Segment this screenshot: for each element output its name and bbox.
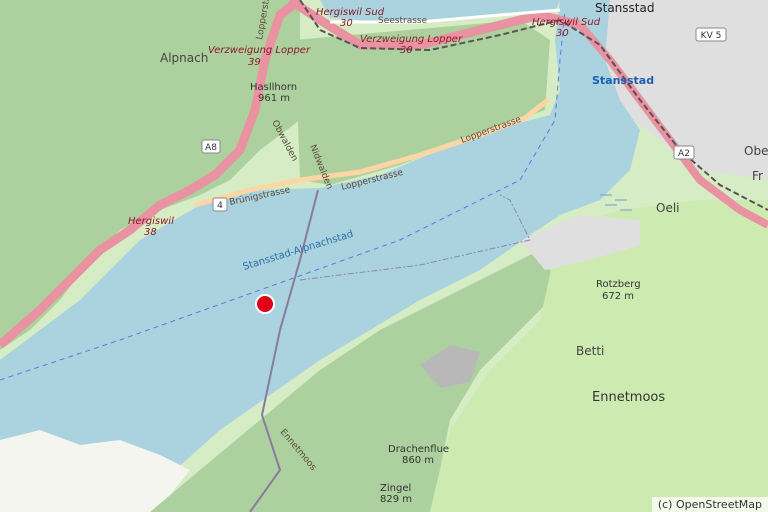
label-drachenflue-elev: 860 m [402,455,434,466]
label-rotzberg-elev: 672 m [602,291,634,302]
label-haslihorn-elev: 961 m [258,93,290,104]
label-hergiswil-sud-top: Hergiswil Sud [316,7,385,18]
label-oeli: Oeli [656,201,680,215]
shield-a8-label: A8 [205,143,217,153]
label-rotzberg: Rotzberg [596,279,641,290]
map-attribution[interactable]: (c) OpenStreetMap [651,497,768,512]
label-verzweigung-lopper-right: Verzweigung Lopper [360,34,463,45]
label-fr: Fr [752,169,763,183]
shield-a2: A2 [673,145,695,160]
label-verzweigung-lopper-left-num: 39 [248,57,261,68]
shield-kv5: KV 5 [695,27,727,42]
label-haslihorn: Hasllhorn [250,82,297,93]
label-drachenflue: Drachenflue [388,444,449,455]
label-ennetmoos: Ennetmoos [592,390,665,405]
label-verzweigung-lopper-right-num: 30 [400,45,413,56]
shield-kv5-label: KV 5 [701,31,722,41]
shield-a2-label: A2 [678,149,690,159]
label-zingel-elev: 829 m [380,494,412,505]
shield-route4-label: 4 [217,201,223,211]
shield-route4: 4 [212,197,228,212]
label-betti: Betti [576,344,604,358]
label-hergiswil-sud-top-num: 30 [340,18,353,29]
label-stansstad: Stansstad [595,1,654,15]
label-ober: Ober [744,144,768,158]
label-verzweigung-lopper-left: Verzweigung Lopper [208,45,311,56]
label-hergiswil-left: Hergiswil [128,216,174,227]
label-hergiswil-sud-right: Hergiswil Sud [532,17,601,28]
location-marker[interactable] [255,294,275,314]
label-hergiswil-sud-right-num: 30 [556,28,569,39]
label-alpnach: Alpnach [160,51,208,65]
shield-a8: A8 [201,139,221,154]
label-seestrasse: Seestrasse [378,16,428,26]
map-canvas[interactable]: A8 4 A2 KV 5 Stansstad Stansstad Alpnach… [0,0,768,512]
label-hergiswil-left-num: 38 [144,227,157,238]
label-stansstad-station: Stansstad [592,74,654,87]
label-zingel: Zingel [380,483,411,494]
